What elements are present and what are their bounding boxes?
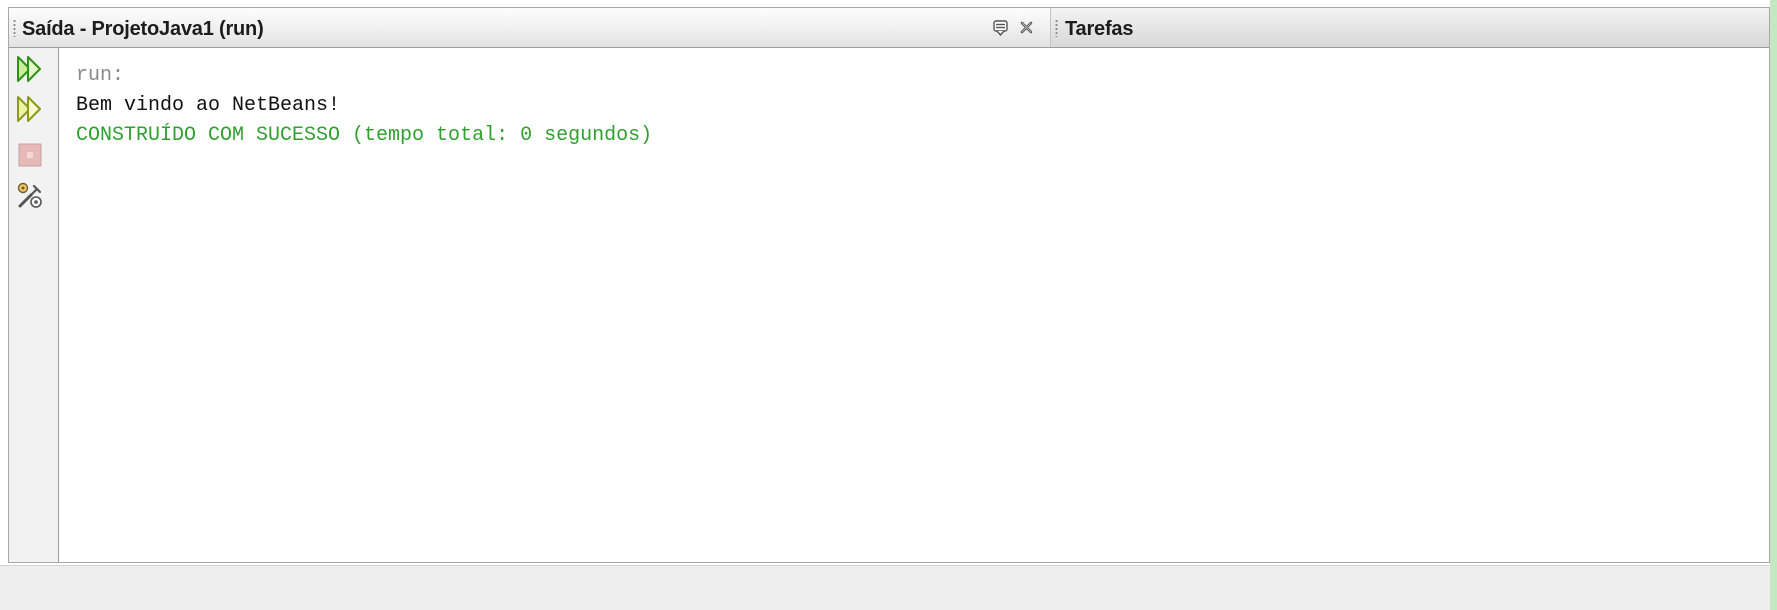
output-toolbar bbox=[9, 48, 59, 562]
stop-icon[interactable] bbox=[15, 140, 45, 170]
console-line: Bem vindo ao NetBeans! bbox=[76, 94, 341, 117]
tab-output[interactable]: Saída - ProjetoJava1 (run) bbox=[9, 8, 1050, 47]
tab-tasks[interactable]: Tarefas bbox=[1050, 8, 1769, 47]
close-icon[interactable] bbox=[1018, 18, 1036, 38]
tab-tasks-title: Tarefas bbox=[1065, 18, 1134, 40]
tab-bar: Saída - ProjetoJava1 (run) Tarefas bbox=[9, 8, 1769, 48]
console-output[interactable]: run: Bem vindo ao NetBeans! CONSTRUÍDO C… bbox=[60, 48, 1769, 562]
rerun-with-arguments-icon[interactable] bbox=[15, 94, 45, 124]
rerun-icon[interactable] bbox=[15, 54, 45, 84]
status-bar bbox=[0, 565, 1770, 610]
tab-output-title: Saída - ProjetoJava1 (run) bbox=[22, 18, 264, 40]
drag-grip-icon[interactable] bbox=[1055, 19, 1058, 37]
window-edge bbox=[1770, 0, 1777, 610]
drag-grip-icon[interactable] bbox=[13, 19, 16, 37]
minimize-window-icon[interactable] bbox=[992, 18, 1010, 38]
output-window: Saída - ProjetoJava1 (run) Tarefas run: … bbox=[8, 7, 1770, 563]
console-line: CONSTRUÍDO COM SUCESSO (tempo total: 0 s… bbox=[76, 124, 653, 147]
tab-output-controls bbox=[992, 18, 1036, 38]
settings-icon[interactable] bbox=[15, 180, 45, 210]
console-line: run: bbox=[76, 64, 125, 87]
